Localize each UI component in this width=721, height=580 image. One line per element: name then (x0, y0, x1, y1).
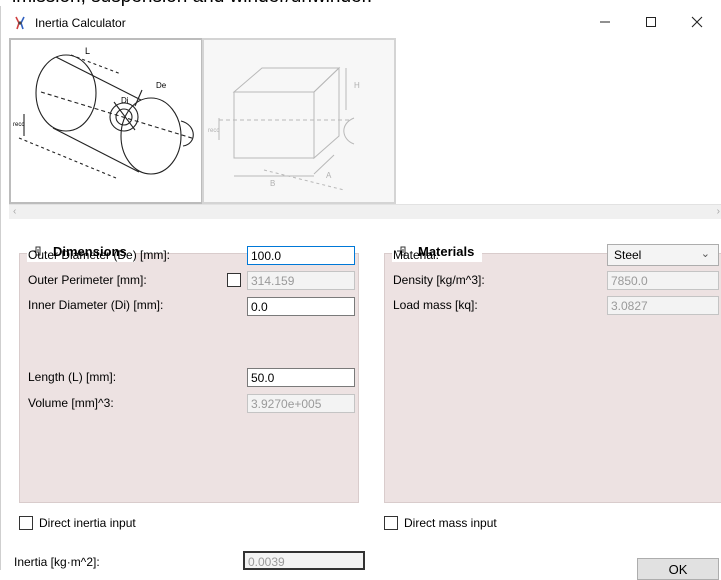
material-select[interactable]: Steel ⌄ (607, 244, 719, 266)
label-De: De (156, 81, 167, 90)
outer-perimeter-label: Outer Perimeter [mm]: (28, 273, 147, 287)
close-icon (691, 16, 703, 28)
inner-diameter-label: Inner Diameter (Di) [mm]: (28, 298, 164, 312)
label-recc: recc (13, 122, 24, 128)
outer-perimeter-input[interactable]: 314.159 (247, 271, 355, 290)
length-label: Length (L) [mm]: (28, 370, 117, 384)
outer-diameter-input[interactable]: 100.0 (247, 246, 355, 265)
title-bar: Inertia Calculator (1, 6, 721, 38)
horizontal-scrollbar[interactable]: ‹ › (9, 204, 721, 219)
window-title: Inertia Calculator (35, 16, 126, 30)
scroll-left-icon[interactable]: ‹ (13, 206, 16, 217)
chevron-down-icon: ⌄ (700, 248, 710, 260)
length-input[interactable]: 50.0 (247, 368, 355, 387)
direct-mass-label: Direct mass input (404, 516, 497, 530)
maximize-button[interactable] (628, 6, 674, 38)
maximize-icon (646, 17, 656, 27)
close-button[interactable] (674, 6, 720, 38)
volume-label: Volume [mm]^3: (28, 396, 114, 410)
density-input[interactable]: 7850.0 (607, 271, 719, 290)
label-H: H (354, 81, 360, 90)
geometry-image-panel: L Di De recc H B A recc (9, 38, 721, 204)
volume-output[interactable]: 3.9270e+005 (247, 394, 355, 413)
inner-diameter-input[interactable]: 0.0 (247, 297, 355, 316)
box-diagram: H B A recc (208, 66, 360, 191)
material-select-value: Steel (614, 248, 642, 262)
cylinder-geometry-option[interactable]: L Di De recc (9, 38, 203, 204)
materials-group (384, 253, 721, 503)
load-mass-label: Load mass [kq]: (393, 298, 478, 312)
minimize-icon (600, 21, 610, 23)
scroll-right-icon[interactable]: › (717, 206, 720, 217)
material-label: Material: (393, 248, 440, 262)
inertia-label: Inertia [kg·m^2]: (14, 555, 100, 569)
app-icon (15, 16, 25, 30)
outer-perimeter-checkbox[interactable] (227, 273, 241, 287)
box-geometry-option[interactable]: H B A recc (202, 38, 396, 204)
inertia-output[interactable]: 0.0039 (243, 551, 365, 570)
label-L: L (85, 46, 90, 56)
label-Di: Di (121, 96, 129, 105)
cylinder-diagram: L Di De recc (13, 46, 196, 179)
inertia-calculator-window: Inertia Calculator L Di De recc H B A re… (0, 6, 721, 580)
direct-inertia-checkbox[interactable] (19, 516, 33, 530)
density-label: Density [kg/m^3]: (393, 273, 485, 287)
label-recc-box: recc (208, 128, 219, 134)
load-mass-output[interactable]: 3.0827 (607, 296, 719, 315)
direct-mass-checkbox[interactable] (384, 516, 398, 530)
ok-button[interactable]: OK (637, 558, 719, 580)
label-B: B (270, 179, 275, 188)
minimize-button[interactable] (582, 6, 628, 38)
outer-diameter-label: Outer Diameter (De) [mm]: (28, 248, 171, 262)
label-A: A (326, 171, 332, 180)
direct-inertia-label: Direct inertia input (39, 516, 136, 530)
